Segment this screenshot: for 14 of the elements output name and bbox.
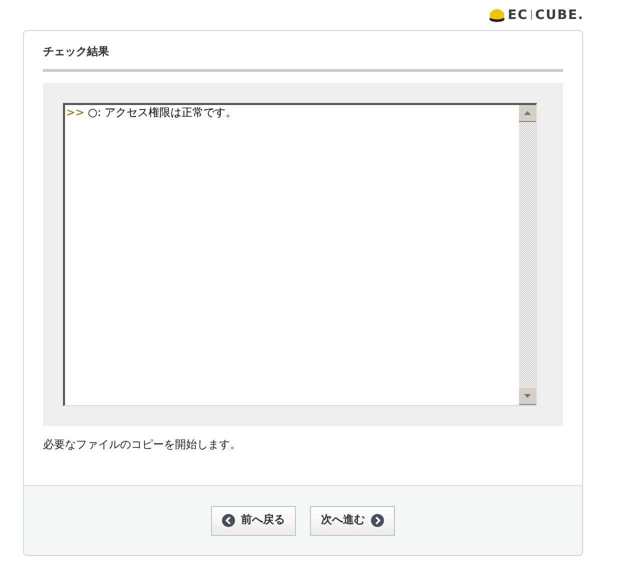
scroll-up-button[interactable] — [519, 104, 536, 122]
up-triangle-icon — [524, 110, 531, 114]
log-line: >> ○: アクセス権限は正常です。 — [66, 106, 237, 118]
next-button[interactable]: 次へ進む — [310, 506, 395, 536]
cube-logo-icon — [488, 8, 505, 22]
log-textarea[interactable]: >> ○: アクセス権限は正常です。 — [63, 102, 537, 406]
scrollbar[interactable] — [519, 104, 536, 404]
down-triangle-icon — [524, 394, 531, 398]
back-button[interactable]: 前へ戻る — [211, 506, 296, 536]
section-title: チェック結果 — [43, 44, 563, 72]
scroll-down-button[interactable] — [519, 388, 536, 404]
logo-text: EC — [508, 8, 528, 22]
status-message: 必要なファイルのコピーを開始します。 — [43, 436, 242, 452]
logo-text: CUBE. — [535, 8, 584, 22]
